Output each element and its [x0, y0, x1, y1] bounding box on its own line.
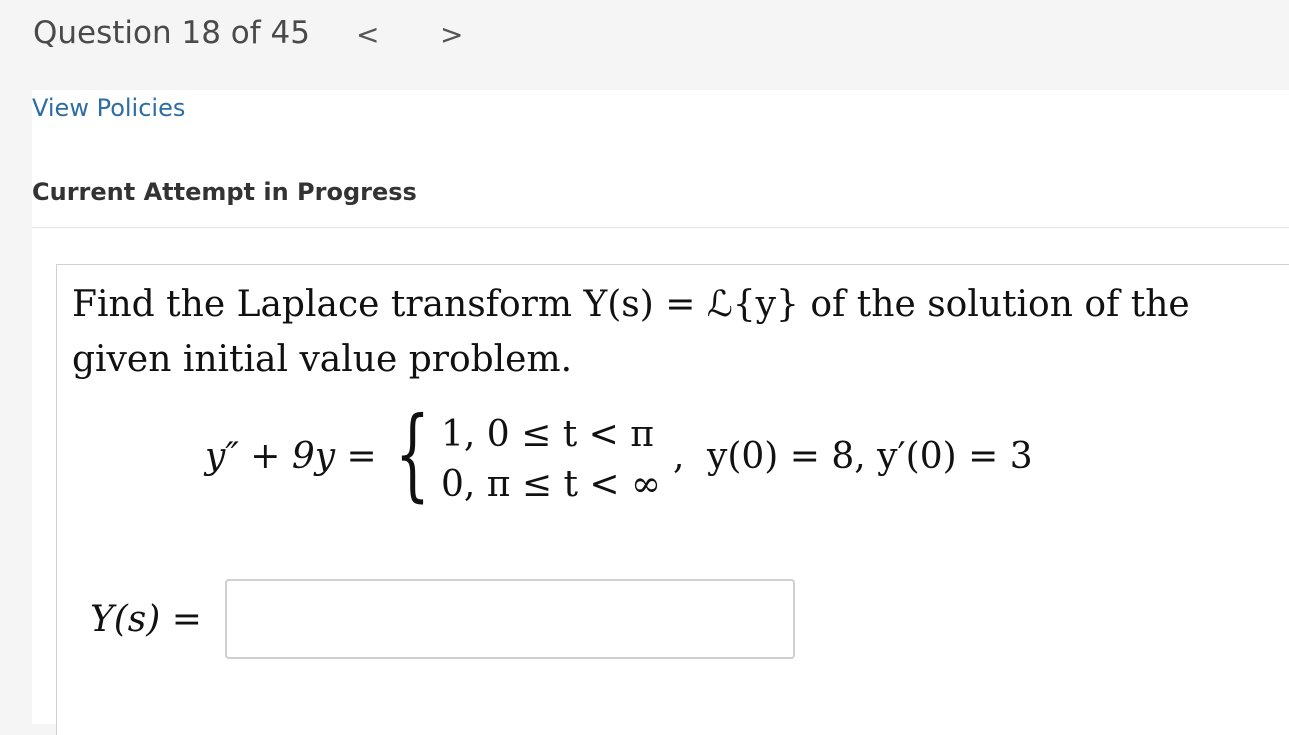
piecewise-case-2: 0, π ≤ t < ∞	[441, 464, 662, 505]
view-policies-link[interactable]: View Policies	[32, 94, 185, 122]
piecewise-brace: {	[395, 395, 430, 512]
previous-question-button[interactable]: <	[356, 18, 379, 51]
differential-equation: y″ + 9y = { 1, 0 ≤ t < π 0, π ≤ t < ∞ , …	[205, 404, 1105, 520]
initial-conditions: y(0) = 8, y′(0) = 3	[707, 436, 1033, 477]
question-header: Question 18 of 45 < >	[0, 0, 1289, 90]
question-counter: Question 18 of 45	[33, 15, 310, 51]
answer-label: Y(s) =	[90, 599, 202, 640]
equation-lhs: y″ + 9y =	[205, 436, 377, 477]
question-box: Find the Laplace transform Y(s) = ℒ{y} o…	[56, 264, 1289, 735]
answer-input[interactable]	[225, 579, 795, 659]
next-question-button[interactable]: >	[440, 18, 463, 51]
question-panel: View Policies Current Attempt in Progres…	[32, 90, 1289, 735]
equation-separator: ,	[673, 436, 685, 477]
question-prompt: Find the Laplace transform Y(s) = ℒ{y} o…	[72, 284, 1190, 380]
piecewise-case-1: 1, 0 ≤ t < π	[441, 414, 654, 455]
divider	[32, 227, 1289, 228]
attempt-status: Current Attempt in Progress	[32, 178, 417, 206]
